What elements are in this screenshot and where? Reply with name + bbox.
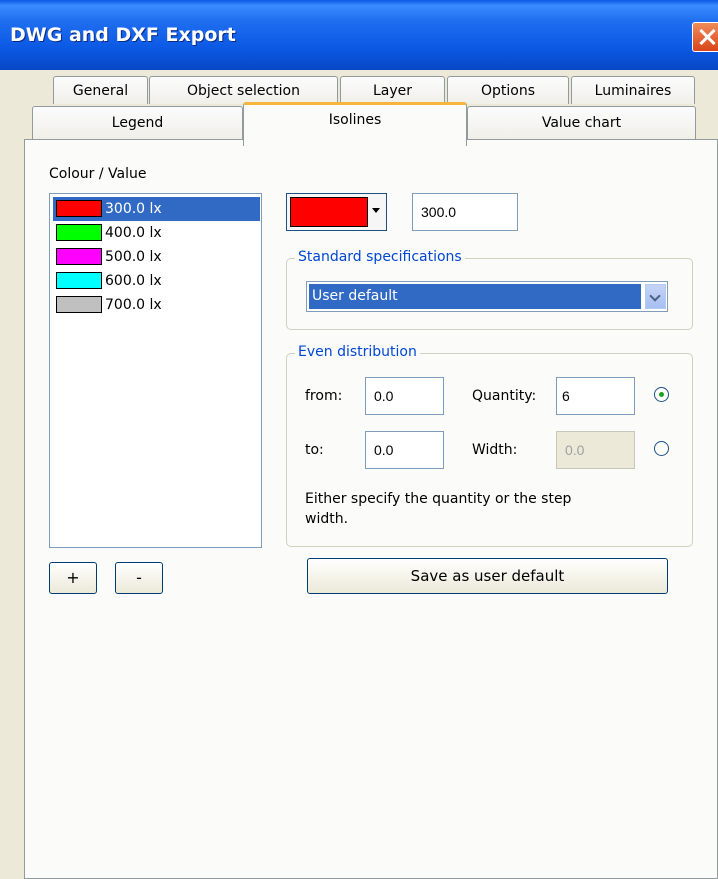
even-distribution-legend: Even distribution — [295, 344, 420, 360]
tab-label: Object selection — [187, 83, 300, 99]
tab-label: Legend — [111, 115, 164, 131]
tab-label: General — [72, 83, 129, 99]
quantity-input[interactable] — [556, 377, 635, 415]
window-title: DWG and DXF Export — [10, 24, 236, 46]
close-button[interactable] — [692, 22, 718, 52]
tab-layer[interactable]: Layer — [340, 76, 445, 104]
colour-value-list[interactable]: 300.0 lx 400.0 lx 500.0 lx 600.0 lx 700.… — [49, 193, 262, 548]
colour-value-label: Colour / Value — [49, 166, 147, 182]
tab-options[interactable]: Options — [447, 76, 569, 104]
tab-object-selection[interactable]: Object selection — [149, 76, 338, 104]
to-input[interactable] — [365, 431, 444, 469]
color-swatch — [56, 200, 102, 217]
chevron-down-icon — [372, 208, 380, 213]
list-item-value: 600.0 lx — [105, 273, 162, 289]
selected-color-swatch — [290, 197, 368, 227]
tab-isolines[interactable]: Isolines — [243, 102, 467, 146]
tab-label: Luminaires — [594, 83, 672, 99]
tab-label: Layer — [372, 83, 413, 99]
isoline-value-input[interactable] — [412, 193, 518, 231]
standard-specifications-select[interactable]: User default — [306, 281, 668, 312]
list-item-value: 400.0 lx — [105, 225, 162, 241]
quantity-label: Quantity: — [472, 388, 537, 404]
color-swatch — [56, 296, 102, 313]
tab-general[interactable]: General — [53, 76, 148, 104]
width-label: Width: — [472, 442, 518, 458]
standard-specifications-legend: Standard specifications — [295, 249, 465, 265]
save-as-user-default-button[interactable]: Save as user default — [307, 558, 668, 594]
title-bar: DWG and DXF Export — [0, 0, 718, 70]
tab-label: Isolines — [328, 112, 382, 128]
tab-value-chart[interactable]: Value chart — [467, 106, 696, 139]
list-item[interactable]: 300.0 lx — [53, 197, 260, 221]
list-item-value: 700.0 lx — [105, 297, 162, 313]
list-item-value: 500.0 lx — [105, 249, 162, 265]
color-swatch — [56, 224, 102, 241]
list-item[interactable]: 500.0 lx — [53, 245, 260, 269]
distribution-note-line1: Either specify the quantity or the step — [305, 491, 572, 507]
quantity-radio[interactable] — [654, 387, 669, 402]
selected-option: User default — [309, 284, 641, 309]
chevron-down-icon[interactable] — [645, 284, 666, 309]
color-swatch — [56, 248, 102, 265]
color-picker[interactable] — [286, 193, 387, 231]
from-input[interactable] — [365, 377, 444, 415]
width-input[interactable] — [556, 431, 635, 469]
remove-value-button[interactable]: - — [115, 562, 163, 594]
width-radio[interactable] — [654, 441, 669, 456]
tab-label: Options — [480, 83, 536, 99]
add-value-button[interactable]: + — [49, 562, 97, 594]
tab-legend[interactable]: Legend — [32, 106, 243, 139]
color-swatch — [56, 272, 102, 289]
to-label: to: — [305, 442, 324, 458]
tab-luminaires[interactable]: Luminaires — [571, 76, 695, 104]
from-label: from: — [305, 388, 343, 404]
list-item[interactable]: 400.0 lx — [53, 221, 260, 245]
distribution-note-line2: width. — [305, 511, 349, 527]
list-item[interactable]: 600.0 lx — [53, 269, 260, 293]
list-item-value: 300.0 lx — [105, 201, 162, 217]
tab-label: Value chart — [541, 115, 622, 131]
list-item[interactable]: 700.0 lx — [53, 293, 260, 317]
